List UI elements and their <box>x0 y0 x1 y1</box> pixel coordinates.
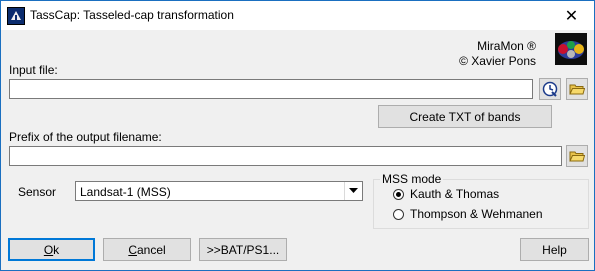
bat-ps1-button[interactable]: >>BAT/PS1... <box>199 238 287 261</box>
sensor-selected-value: Landsat-1 (MSS) <box>80 185 171 199</box>
radio-thompson-wehmanen[interactable]: Thompson & Wehmanen <box>393 207 543 221</box>
title-bar: TassCap: Tasseled-cap transformation ✕ <box>1 1 594 30</box>
radio-button-selected[interactable] <box>393 188 404 200</box>
cancel-label-rest: ancel <box>136 242 166 257</box>
brand-text: MiraMon ® © Xavier Pons <box>459 39 536 69</box>
app-icon <box>7 7 25 25</box>
ok-label-rest: k <box>53 242 60 257</box>
create-txt-bands-button[interactable]: Create TXT of bands <box>378 105 552 128</box>
ok-button[interactable]: Ok <box>8 238 95 261</box>
radio-kauth-thomas[interactable]: Kauth & Thomas <box>393 187 499 201</box>
brand-line-2: © Xavier Pons <box>459 54 536 68</box>
output-prefix-field[interactable] <box>9 146 562 166</box>
help-button[interactable]: Help <box>520 238 589 261</box>
window-title: TassCap: Tasseled-cap transformation <box>30 8 234 22</box>
radio-label: Kauth & Thomas <box>410 187 500 201</box>
dialog-window: TassCap: Tasseled-cap transformation ✕ M… <box>0 0 595 271</box>
cancel-mnemonic: C <box>128 242 137 257</box>
mss-mode-title: MSS mode <box>380 172 444 186</box>
ok-mnemonic: O <box>43 242 54 257</box>
miramon-logo <box>555 33 587 65</box>
sensor-dropdown[interactable]: Landsat-1 (MSS) <box>75 181 363 201</box>
output-prefix-label: Prefix of the output filename: <box>9 130 162 144</box>
sensor-label: Sensor <box>18 185 57 199</box>
folder-icon[interactable] <box>566 145 588 167</box>
input-file-label: Input file: <box>9 63 58 77</box>
folder-icon[interactable] <box>566 78 588 100</box>
input-file-field[interactable] <box>9 79 533 99</box>
cancel-button[interactable]: Cancel <box>103 238 191 261</box>
radio-button[interactable] <box>393 208 404 220</box>
brand-line-1: MiraMon ® <box>477 39 536 53</box>
close-icon[interactable]: ✕ <box>549 1 594 30</box>
clock-help-icon[interactable] <box>539 78 561 100</box>
radio-label: Thompson & Wehmanen <box>410 207 543 221</box>
chevron-down-icon[interactable] <box>344 182 362 200</box>
